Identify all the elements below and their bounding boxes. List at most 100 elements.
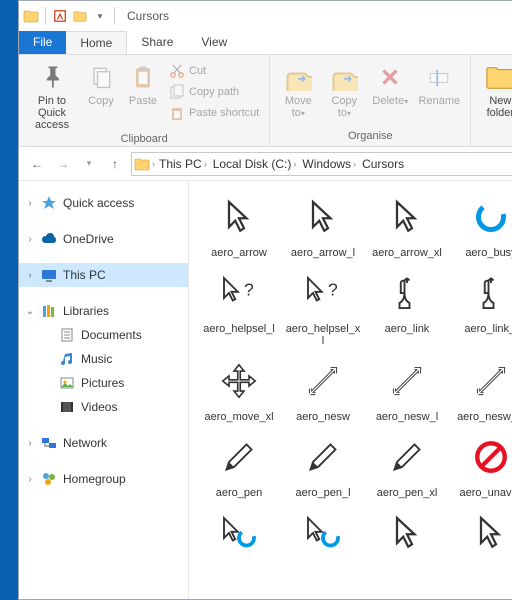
chevron-right-icon[interactable]: › [25,474,35,485]
file-item[interactable]: aero_arrow_l [283,189,363,259]
title-bar: ▾ Cursors [19,1,512,31]
file-item[interactable]: aero_link_l [451,265,512,347]
file-item[interactable] [283,505,363,563]
file-item[interactable] [367,505,447,563]
ribbon-group-organise: Move to▾ Copy to▾ Delete▾ Rename Organis… [270,55,471,146]
tab-file[interactable]: File [19,31,66,54]
chevron-right-icon[interactable]: › [25,234,35,245]
rename-button[interactable]: Rename [414,59,464,121]
nav-back-button[interactable]: ← [27,154,47,174]
ribbon-group-new: New folder [471,55,512,146]
file-name: aero_helpsel_l [203,323,275,335]
cursor-icon [295,353,351,409]
cursor-icon [379,189,435,245]
file-item[interactable]: aero_arrow [199,189,279,259]
copy-to-button[interactable]: Copy to▾ [322,59,366,121]
breadcrumb-this-pc[interactable]: This PC› [157,157,209,171]
ribbon-tabs: File Home Share View [19,31,512,55]
file-item[interactable]: aero_nesw [283,353,363,423]
file-name: aero_move_xl [204,411,273,423]
nav-libraries[interactable]: ⌄Libraries [19,299,188,323]
cursor-icon [463,429,512,485]
delete-button[interactable]: Delete▾ [368,59,412,121]
file-item[interactable]: aero_arrow_xl [367,189,447,259]
file-item[interactable]: aero_helpsel_l [199,265,279,347]
paste-button[interactable]: Paste [123,59,163,133]
breadcrumb-windows[interactable]: Windows› [300,157,358,171]
file-item[interactable] [199,505,279,563]
breadcrumb-cursors[interactable]: Cursors [360,157,406,171]
nav-documents[interactable]: Documents [19,323,188,347]
file-name: aero_pen_l [295,487,350,499]
tab-view[interactable]: View [187,31,241,54]
cursor-icon [379,265,435,321]
file-item[interactable]: aero_nesw_xl [451,353,512,423]
move-to-button[interactable]: Move to▾ [276,59,320,121]
tab-share[interactable]: Share [127,31,187,54]
nav-videos[interactable]: Videos [19,395,188,419]
cursor-icon [211,353,267,409]
qat-dropdown-icon[interactable]: ▾ [92,8,108,24]
file-item[interactable]: aero_unavail [451,429,512,499]
file-name: aero_nesw_l [376,411,438,423]
cursor-icon [379,429,435,485]
window-title: Cursors [127,9,169,23]
nav-pictures[interactable]: Pictures [19,371,188,395]
nav-up-button[interactable]: ↑ [105,154,125,174]
cut-button[interactable]: Cut [165,61,263,81]
cursor-icon [463,189,512,245]
navigation-pane: ›Quick access ›OneDrive ›This PC ⌄Librar… [19,181,189,599]
nav-network[interactable]: ›Network [19,431,188,455]
cursor-icon [463,265,512,321]
cursor-icon [211,265,267,321]
cursor-icon [211,429,267,485]
tab-home[interactable]: Home [66,31,127,54]
copy-path-button[interactable]: Copy path [165,82,263,102]
cursor-icon [463,505,512,561]
app-folder-icon [23,8,39,24]
file-name: aero_arrow_l [291,247,355,259]
nav-forward-button[interactable]: → [53,154,73,174]
cursor-icon [211,505,267,561]
nav-quick-access[interactable]: ›Quick access [19,191,188,215]
file-item[interactable]: aero_busy [451,189,512,259]
cursor-icon [463,353,512,409]
chevron-down-icon[interactable]: ⌄ [25,306,35,317]
nav-recent-dropdown[interactable]: ▾ [79,154,99,174]
copy-button[interactable]: Copy [81,59,121,133]
file-item[interactable]: aero_pen [199,429,279,499]
file-item[interactable]: aero_pen_xl [367,429,447,499]
nav-this-pc[interactable]: ›This PC [19,263,188,287]
ribbon-group-clipboard: Pin to Quick access Copy Paste Cut Copy … [19,55,270,146]
cursor-icon [295,505,351,561]
nav-onedrive[interactable]: ›OneDrive [19,227,188,251]
chevron-right-icon[interactable]: › [25,438,35,449]
file-view[interactable]: aero_arrowaero_arrow_laero_arrow_xlaero_… [189,181,512,599]
file-item[interactable]: aero_link [367,265,447,347]
pin-quick-access-button[interactable]: Pin to Quick access [25,59,79,133]
qat-properties-icon[interactable] [52,8,68,24]
file-name: aero_busy [465,247,512,259]
file-item[interactable]: aero_move_xl [199,353,279,423]
address-bar[interactable]: › This PC› Local Disk (C:)› Windows› Cur… [131,152,512,176]
nav-music[interactable]: Music [19,347,188,371]
new-folder-button[interactable]: New folder [477,59,512,121]
address-folder-icon [134,156,150,172]
file-name: aero_pen_xl [377,487,438,499]
nav-homegroup[interactable]: ›Homegroup [19,467,188,491]
paste-shortcut-button[interactable]: Paste shortcut [165,103,263,123]
cursor-icon [295,429,351,485]
file-name: aero_arrow [211,247,267,259]
breadcrumb-local-disk[interactable]: Local Disk (C:)› [211,157,299,171]
chevron-right-icon[interactable]: › [25,270,35,281]
file-item[interactable]: aero_pen_l [283,429,363,499]
file-item[interactable]: aero_nesw_l [367,353,447,423]
file-name: aero_nesw [296,411,350,423]
cursor-icon [379,353,435,409]
chevron-right-icon[interactable]: › [25,198,35,209]
file-item[interactable]: aero_helpsel_xl [283,265,363,347]
file-item[interactable] [451,505,512,563]
qat-new-folder-icon[interactable] [72,8,88,24]
cursor-icon [211,189,267,245]
file-name: aero_nesw_xl [457,411,512,423]
